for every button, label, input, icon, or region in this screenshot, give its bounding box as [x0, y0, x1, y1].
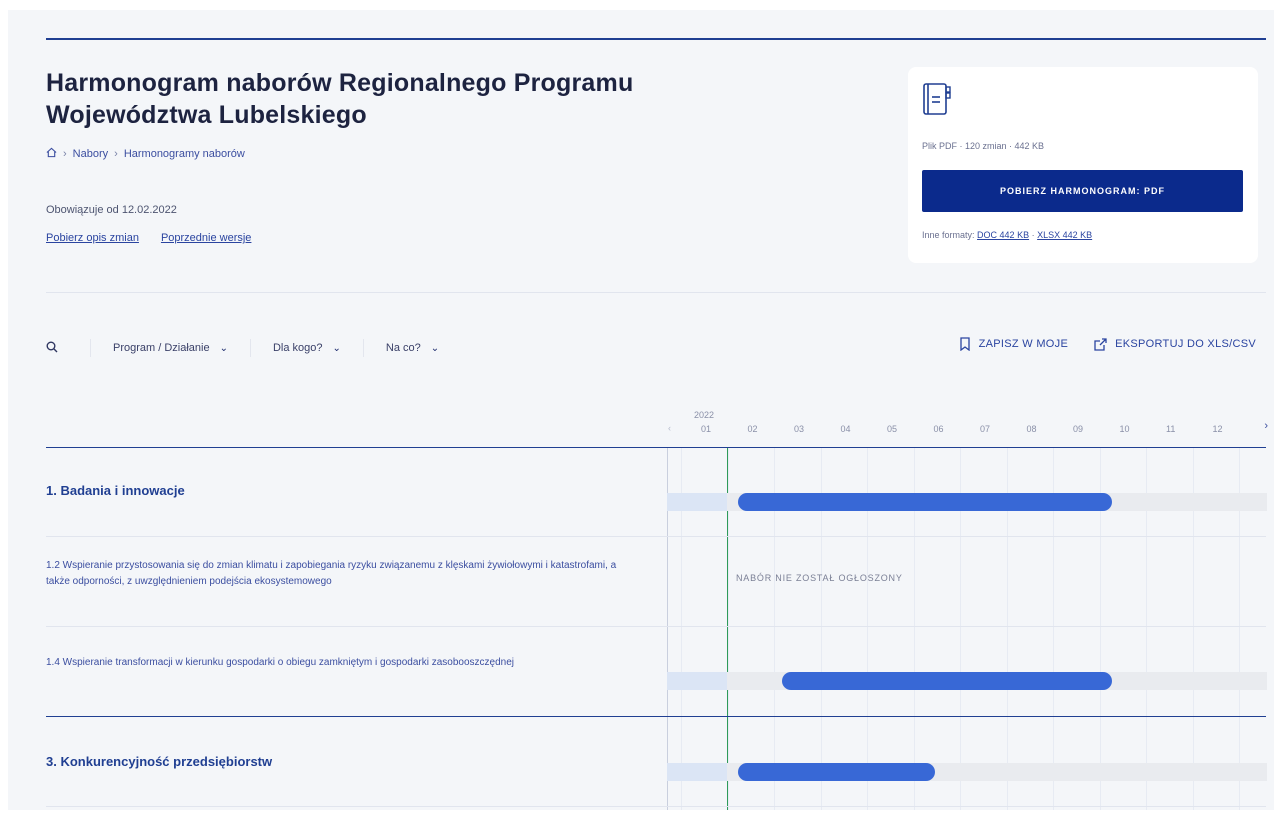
bookmark-icon [959, 337, 970, 351]
section-divider [46, 292, 1266, 293]
timeline-month: 08 [1026, 424, 1037, 434]
breadcrumb-separator: › [63, 148, 67, 160]
item-row-label[interactable]: 1.2 Wspieranie przystosowania się do zmi… [46, 558, 636, 590]
status-text: NABÓR NIE ZOSTAŁ OGŁOSZONY [736, 573, 903, 583]
document-icon [922, 82, 952, 121]
chevron-down-icon: ⌄ [219, 342, 228, 354]
doc-format-link[interactable]: DOC 442 KB [977, 230, 1029, 240]
row-divider [46, 806, 1266, 807]
filter-bar: Program / Działanie ⌄ Dla kogo? ⌄ Na co?… [46, 338, 447, 358]
timeline-month: 07 [980, 424, 991, 434]
timeline-month: 03 [794, 424, 805, 434]
timeline-year: 2022 [694, 410, 715, 420]
previous-versions-link[interactable]: Poprzednie wersje [161, 232, 252, 244]
xlsx-format-link[interactable]: XLSX 442 KB [1037, 230, 1092, 240]
download-card: Plik PDF · 120 zmian · 442 KB POBIERZ HA… [908, 67, 1258, 263]
filter-separator [249, 339, 251, 357]
save-to-mine-button[interactable]: ZAPISZ W MOJE [959, 337, 1068, 351]
valid-from-text: Obowiązuje od 12.02.2022 [46, 204, 177, 216]
header-links: Pobierz opis zmian Poprzednie wersje [46, 232, 251, 244]
group-row-label[interactable]: 3. Konkurencyjność przedsiębiorstw [46, 754, 668, 769]
filter-for-what[interactable]: Na co? ⌄ [378, 342, 447, 354]
actions-bar: ZAPISZ W MOJE EKSPORTUJ DO XLS/CSV [959, 337, 1256, 351]
chevron-down-icon: ⌄ [332, 342, 341, 354]
filter-program[interactable]: Program / Działanie ⌄ [105, 342, 236, 354]
page-title: Harmonogram naborów Regionalnego Program… [46, 69, 634, 129]
search-icon[interactable] [46, 341, 76, 356]
group-row-label[interactable]: 1. Badania i innowacje [46, 483, 668, 498]
timeline-month: 10 [1119, 424, 1130, 434]
external-link-icon [1094, 337, 1107, 351]
row-divider [46, 626, 1266, 627]
item-row-label[interactable]: 1.4 Wspieranie transformacji w kierunku … [46, 655, 606, 671]
timeline-month: 12 [1212, 424, 1223, 434]
timeline-month: 04 [840, 424, 851, 434]
filter-separator [90, 339, 91, 357]
top-rule [46, 38, 1266, 40]
gantt-area [667, 448, 1267, 810]
timeline-month: 02 [747, 424, 758, 434]
breadcrumb: › Nabory › Harmonogramy naborów [46, 147, 245, 161]
chevron-left-icon[interactable]: ‹ [668, 423, 671, 433]
chevron-right-icon[interactable]: › [1264, 420, 1268, 432]
other-formats: Inne formaty: DOC 442 KB · XLSX 442 KB [922, 230, 1092, 240]
filter-program-label: Program / Działanie [113, 342, 210, 354]
other-formats-label: Inne formaty: [922, 230, 975, 240]
home-icon[interactable] [46, 147, 57, 161]
timeline-month: 09 [1073, 424, 1084, 434]
timeline-month: 01 [701, 424, 712, 434]
group-divider [46, 716, 1266, 717]
filter-for-whom-label: Dla kogo? [272, 342, 323, 354]
timeline-header: ‹ 2022 01 02 03 04 05 06 07 08 09 10 11 12 › [668, 410, 1268, 440]
chevron-down-icon: ⌄ [430, 342, 440, 354]
page: Harmonogram naborów Regionalnego Program… [8, 10, 1274, 810]
export-label: EKSPORTUJ DO XLS/CSV [1115, 338, 1256, 350]
save-label: ZAPISZ W MOJE [978, 338, 1069, 350]
breadcrumb-item-harmonogramy[interactable]: Harmonogramy naborów [124, 148, 245, 160]
breadcrumb-item-nabory[interactable]: Nabory [73, 148, 108, 160]
timeline-month: 11 [1166, 424, 1176, 434]
timeline-month: 05 [887, 424, 898, 434]
download-changes-link[interactable]: Pobierz opis zmian [46, 232, 139, 244]
download-pdf-button[interactable]: POBIERZ HARMONOGRAM: PDF [922, 170, 1243, 212]
timeline-month: 06 [933, 424, 944, 434]
filter-for-whom[interactable]: Dla kogo? ⌄ [265, 342, 349, 354]
export-button[interactable]: EKSPORTUJ DO XLS/CSV [1094, 337, 1256, 351]
row-divider [46, 536, 1266, 537]
gantt-bar[interactable] [737, 763, 936, 781]
filter-separator [362, 339, 364, 357]
gantt-bar[interactable] [782, 672, 1113, 690]
filter-for-what-label: Na co? [385, 342, 421, 354]
format-separator: · [1031, 230, 1035, 240]
breadcrumb-separator: › [114, 148, 118, 160]
file-meta: Plik PDF · 120 zmian · 442 KB [922, 141, 1045, 151]
gantt-bar[interactable] [737, 493, 1113, 511]
